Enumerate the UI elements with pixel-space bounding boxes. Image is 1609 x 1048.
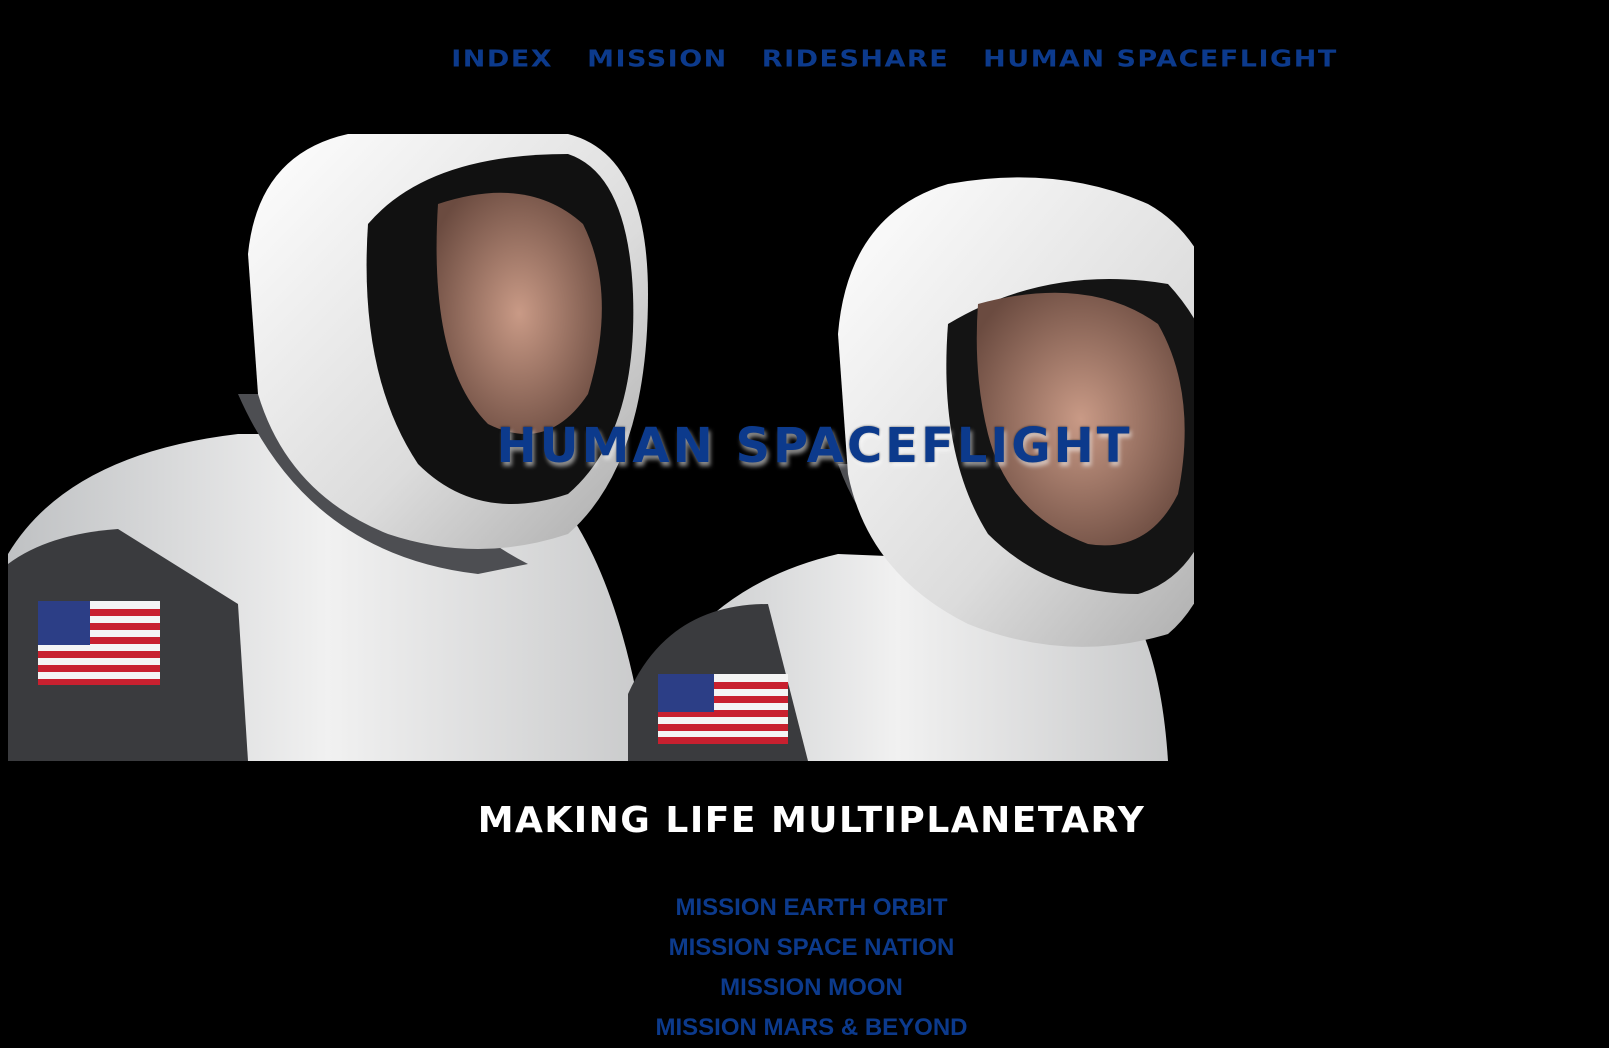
top-nav: INDEX MISSION RIDESHARE HUMAN SPACEFLIGH…	[0, 44, 1609, 75]
list-item: MISSION MARS & BEYOND	[14, 1008, 1609, 1048]
list-item: MISSION MOON	[14, 968, 1609, 1008]
nav-link-mission[interactable]: MISSION	[587, 46, 728, 72]
nav-link-rideshare[interactable]: RIDESHARE	[762, 46, 949, 72]
hero-title: HUMAN SPACEFLIGHT	[496, 418, 1133, 474]
tagline: MAKING LIFE MULTIPLANETARY	[477, 800, 1146, 841]
list-item: MISSION SPACE NATION	[14, 928, 1609, 968]
list-item: MISSION EARTH ORBIT	[14, 888, 1609, 928]
mission-link-earth-orbit[interactable]: MISSION EARTH ORBIT	[675, 894, 947, 921]
mission-link-space-nation[interactable]: MISSION SPACE NATION	[669, 934, 955, 961]
nav-link-index[interactable]: INDEX	[451, 46, 553, 72]
mission-link-moon[interactable]: MISSION MOON	[720, 974, 903, 1001]
mission-list: MISSION EARTH ORBIT MISSION SPACE NATION…	[0, 888, 1609, 1048]
nav-link-human-spaceflight[interactable]: HUMAN SPACEFLIGHT	[983, 46, 1338, 72]
mission-link-mars-beyond[interactable]: MISSION MARS & BEYOND	[655, 1014, 967, 1041]
